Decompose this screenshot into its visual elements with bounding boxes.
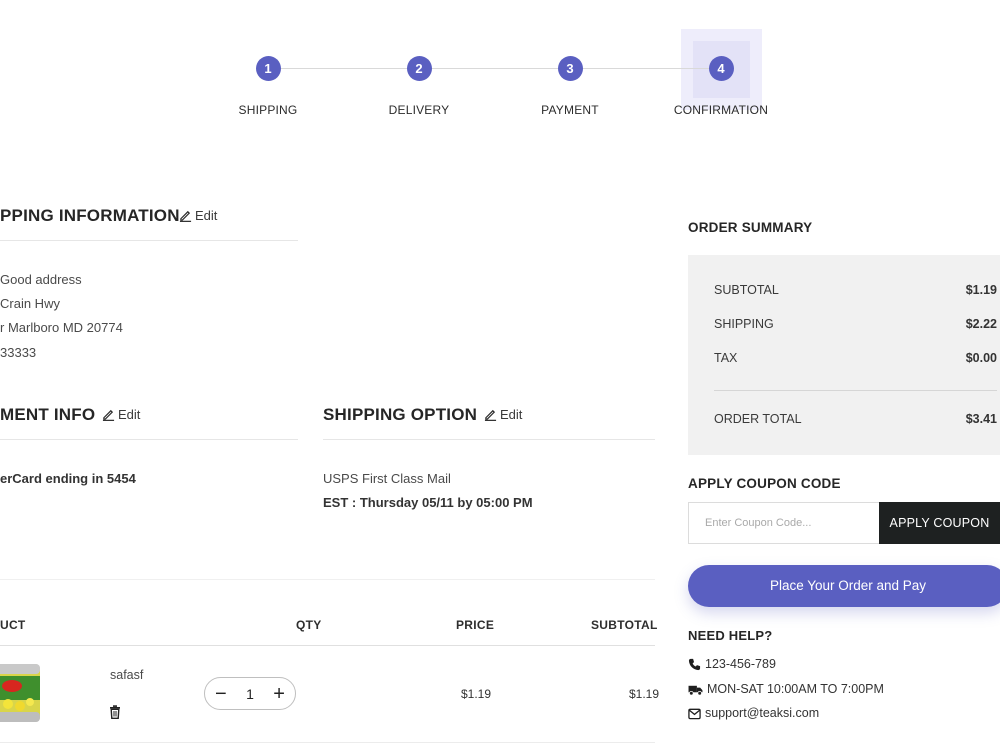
item-subtotal: $1.19 — [629, 687, 660, 701]
item-price: $1.19 — [461, 687, 492, 701]
shipping-option-title: SHIPPING OPTION — [323, 405, 478, 424]
shipping-information-title: PPING INFORMATION — [0, 206, 180, 225]
summary-row-subtotal: SUBTOTAL $1.19 — [714, 283, 997, 297]
step-confirmation[interactable]: 4 CONFIRMATION — [661, 56, 781, 117]
summary-total-value: $3.41 — [965, 412, 997, 426]
col-header-qty: QTY — [296, 618, 322, 632]
stepper-line — [268, 68, 721, 69]
minus-icon[interactable]: − — [215, 684, 227, 704]
divider — [0, 645, 655, 646]
step-delivery[interactable]: 2 DELIVERY — [359, 56, 479, 117]
need-help-title: NEED HELP? — [688, 628, 773, 643]
step-number: 2 — [406, 56, 432, 81]
address-line: r Marlboro MD 20774 — [0, 320, 123, 335]
edit-label: Edit — [195, 208, 218, 223]
step-label: PAYMENT — [541, 103, 599, 117]
apply-coupon-button[interactable]: APPLY COUPON — [879, 502, 1000, 544]
summary-total-label: ORDER TOTAL — [714, 412, 802, 426]
step-label: CONFIRMATION — [673, 103, 769, 117]
payment-info-title: MENT INFO — [0, 405, 96, 424]
address-line: Good address — [0, 272, 82, 287]
shipping-estimate-text: EST : Thursday 05/11 by 05:00 PM — [323, 495, 533, 510]
summary-row-shipping: SHIPPING $2.22 — [714, 317, 997, 331]
divider — [323, 439, 655, 440]
shipping-method-text: USPS First Class Mail — [323, 471, 451, 486]
summary-label: SHIPPING — [714, 317, 774, 331]
summary-row-tax: TAX $0.00 — [714, 351, 997, 365]
help-phone[interactable]: 123-456-789 — [688, 657, 776, 671]
col-header-price: PRICE — [456, 618, 495, 632]
place-order-button[interactable]: Place Your Order and Pay — [688, 565, 1000, 607]
payment-info-edit-link[interactable]: Edit — [102, 407, 140, 422]
coupon-code-input[interactable] — [688, 502, 880, 544]
coupon-title: APPLY COUPON CODE — [688, 476, 841, 491]
hours-text: MON-SAT 10:00AM TO 7:00PM — [707, 682, 884, 696]
summary-label: TAX — [714, 351, 738, 365]
divider — [0, 742, 655, 743]
step-label: DELIVERY — [388, 103, 450, 117]
col-header-product: UCT — [0, 618, 26, 632]
quantity-stepper[interactable]: − 1 + — [204, 677, 296, 710]
phone-text: 123-456-789 — [705, 657, 776, 671]
step-shipping[interactable]: 1 SHIPPING — [208, 56, 328, 117]
edit-icon — [102, 409, 115, 421]
address-line: 33333 — [0, 345, 37, 360]
summary-value: $0.00 — [965, 351, 997, 365]
step-number: 1 — [255, 56, 281, 81]
divider — [0, 439, 298, 440]
step-label: SHIPPING — [238, 103, 298, 117]
divider — [0, 579, 655, 580]
step-number: 3 — [557, 56, 583, 81]
product-image[interactable] — [0, 660, 42, 726]
email-icon — [688, 708, 701, 719]
quantity-value: 1 — [246, 685, 254, 702]
divider — [714, 390, 997, 391]
summary-row-total: ORDER TOTAL $3.41 — [714, 412, 997, 426]
payment-card-text: erCard ending in 5454 — [0, 471, 136, 486]
address-line: Crain Hwy — [0, 296, 60, 311]
edit-icon — [484, 409, 497, 421]
summary-value: $2.22 — [965, 317, 997, 331]
phone-icon — [688, 658, 701, 670]
shipping-option-edit-link[interactable]: Edit — [484, 407, 522, 422]
divider — [0, 240, 298, 241]
email-text: support@teaksi.com — [705, 706, 820, 720]
col-header-subtotal: SUBTOTAL — [591, 618, 658, 632]
trash-icon[interactable] — [109, 705, 121, 719]
edit-label: Edit — [118, 407, 141, 422]
step-number: 4 — [708, 56, 734, 81]
help-email[interactable]: support@teaksi.com — [688, 706, 819, 720]
edit-label: Edit — [500, 407, 523, 422]
edit-icon — [179, 210, 192, 222]
summary-value: $1.19 — [965, 283, 997, 297]
truck-icon — [688, 685, 703, 695]
plus-icon[interactable]: + — [273, 684, 285, 704]
shipping-information-edit-link[interactable]: Edit — [179, 208, 217, 223]
help-hours: MON-SAT 10:00AM TO 7:00PM — [688, 682, 884, 696]
order-summary-title: ORDER SUMMARY — [688, 220, 813, 235]
product-name[interactable]: safasf — [110, 668, 143, 682]
summary-label: SUBTOTAL — [714, 283, 779, 297]
step-payment[interactable]: 3 PAYMENT — [510, 56, 630, 117]
